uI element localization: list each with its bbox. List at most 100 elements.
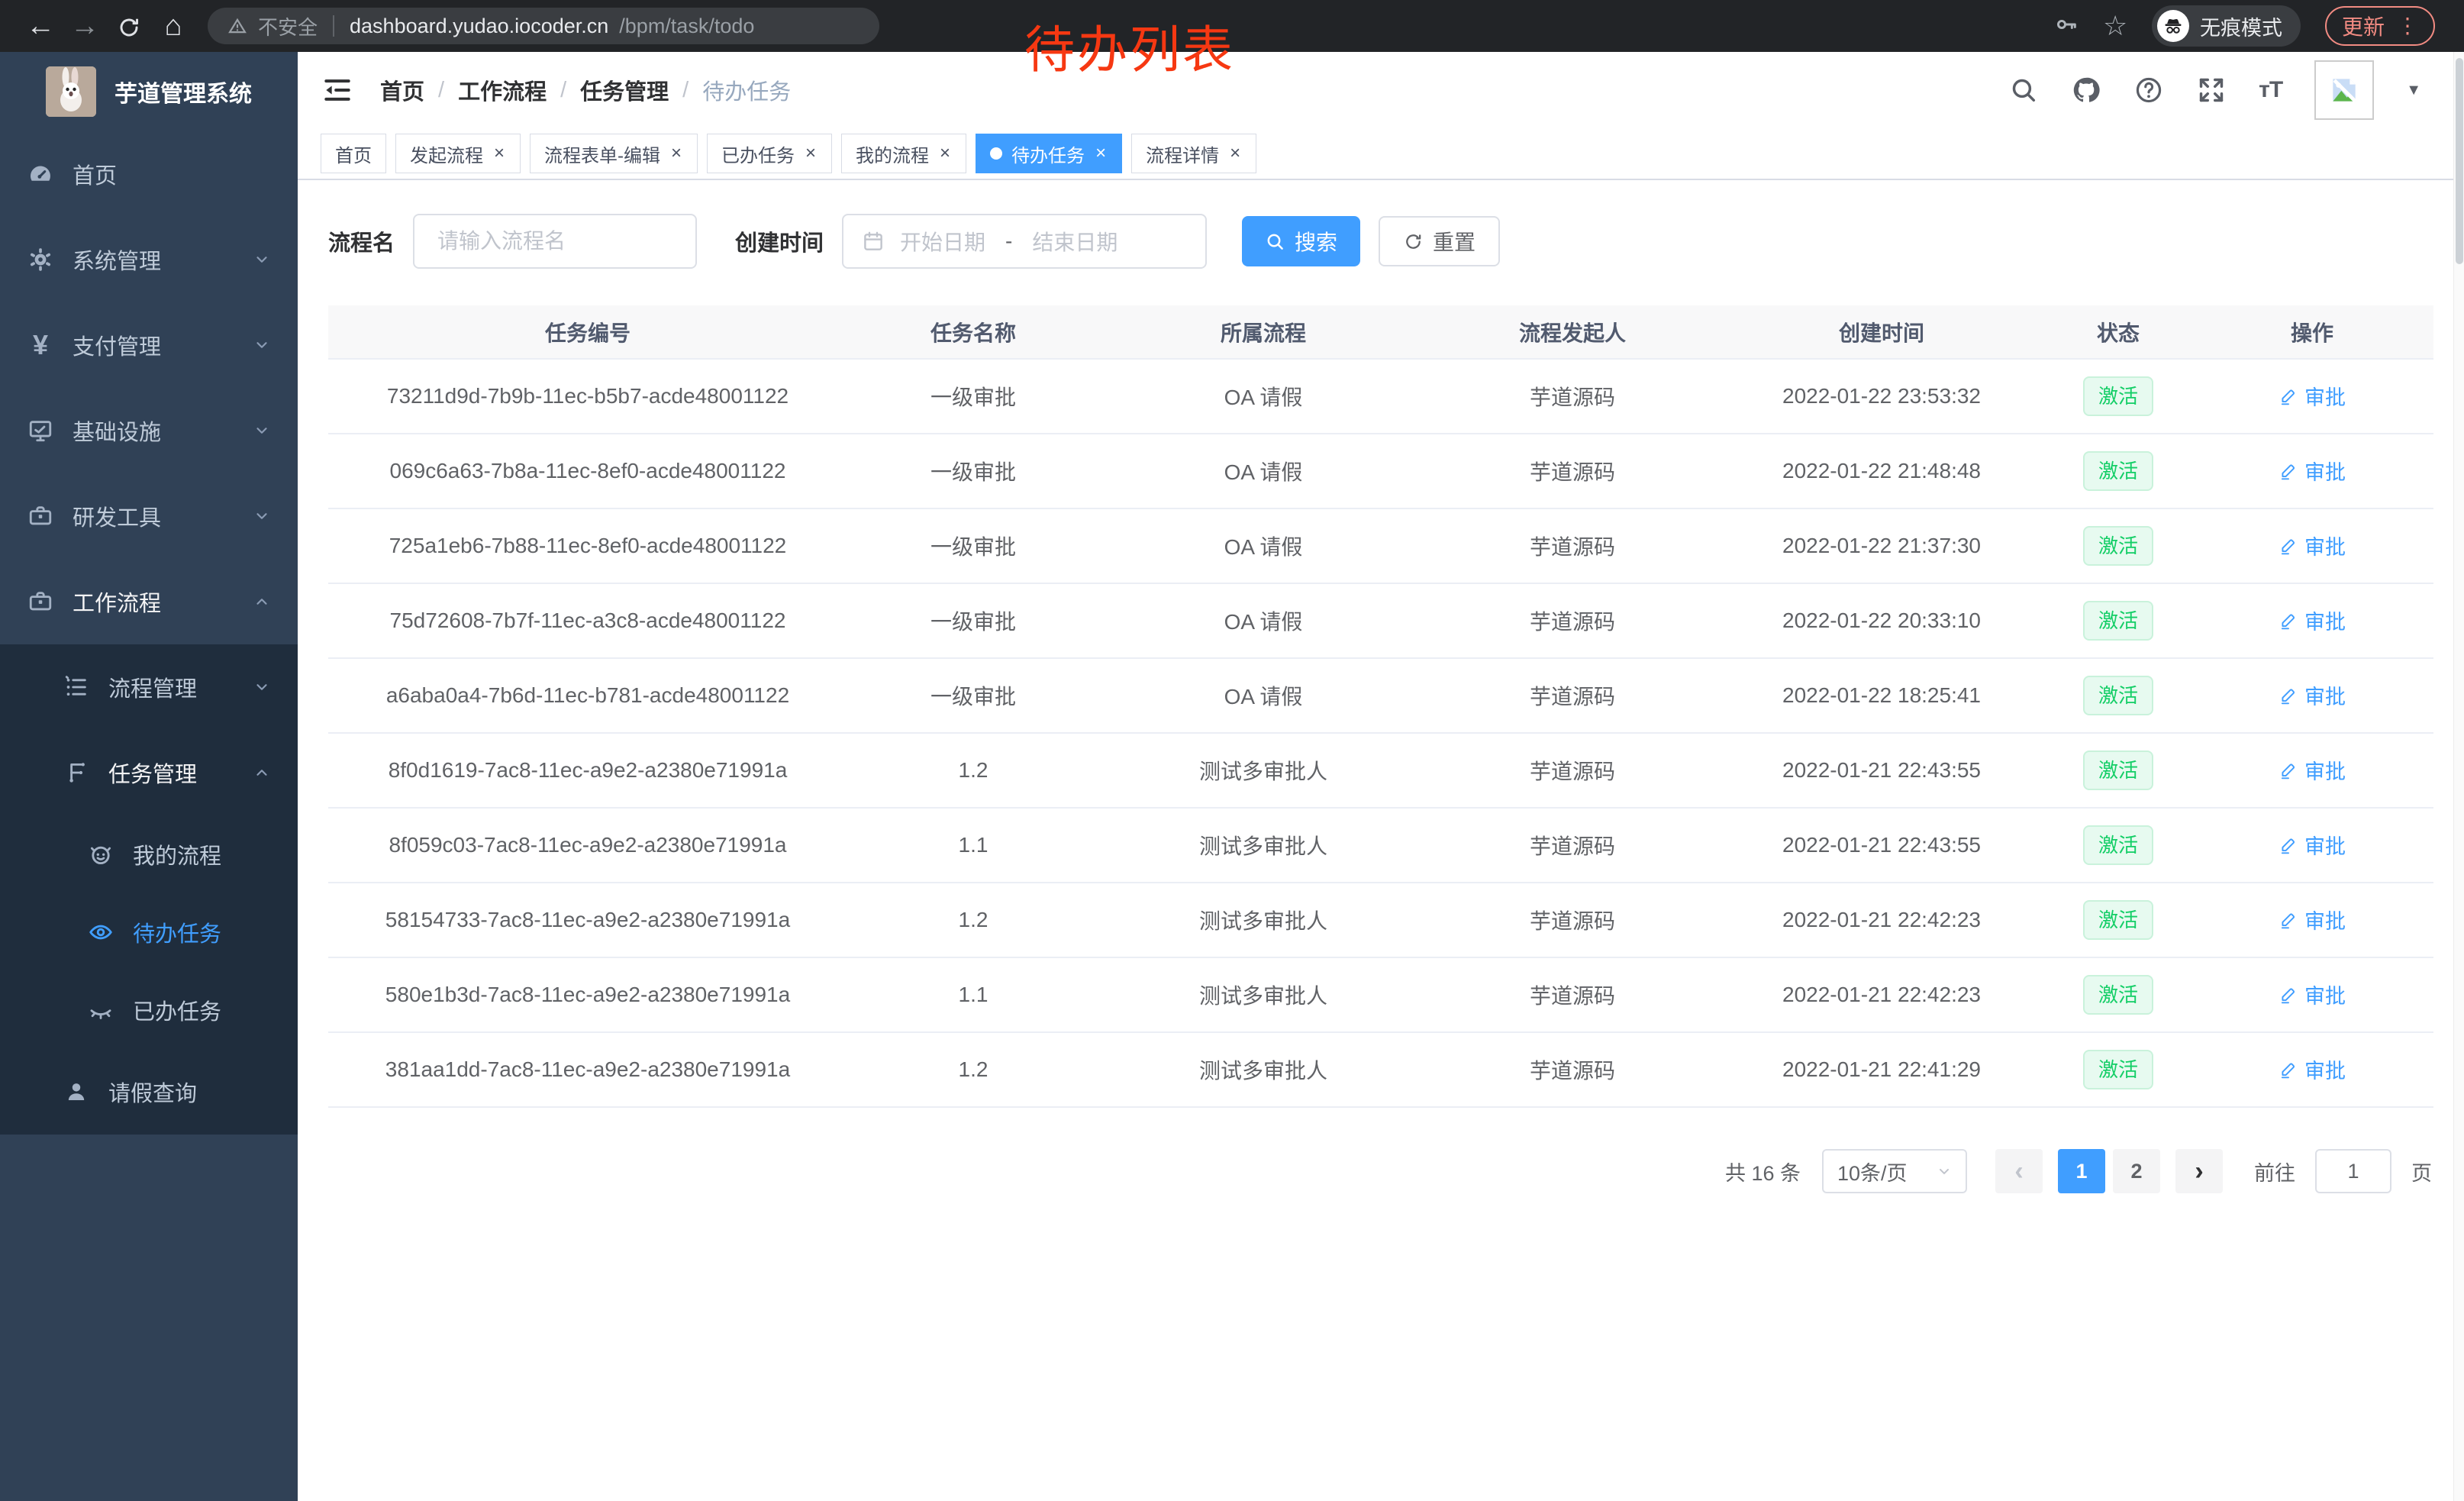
sidebar-item-done-tasks[interactable]: 已办任务 xyxy=(0,971,298,1049)
column-header: 状态 xyxy=(2046,305,2191,359)
tab-start-process[interactable]: 发起流程× xyxy=(395,134,521,173)
address-bar[interactable]: 不安全 dashboard.yudao.iocoder.cn/bpm/task/… xyxy=(208,8,879,44)
tab-home[interactable]: 首页 xyxy=(321,134,386,173)
close-icon[interactable]: × xyxy=(804,144,818,163)
bookmark-star-icon[interactable]: ☆ xyxy=(2103,14,2127,38)
approve-link[interactable]: 审批 xyxy=(2279,755,2346,785)
approve-link[interactable]: 审批 xyxy=(2279,980,2346,1009)
fullscreen-icon[interactable] xyxy=(2196,75,2227,105)
browser-update-button[interactable]: 更新 ⋮ xyxy=(2325,6,2435,46)
tab-form-edit[interactable]: 流程表单-编辑× xyxy=(530,134,698,173)
incognito-label: 无痕模式 xyxy=(2200,11,2282,41)
cell-process: OA 请假 xyxy=(1099,508,1427,583)
cell-task_id: 8f059c03-7ac8-11ec-a9e2-a2380e71991a xyxy=(328,808,847,883)
browser-menu-icon[interactable]: ⋮ xyxy=(2397,15,2418,37)
status-badge: 激活 xyxy=(2083,376,2153,416)
column-header: 任务编号 xyxy=(328,305,847,359)
sidebar-fold-icon[interactable] xyxy=(321,73,354,107)
avatar[interactable] xyxy=(2314,60,2374,120)
breadcrumb-item[interactable]: 任务管理 xyxy=(580,74,669,106)
approve-link[interactable]: 审批 xyxy=(2279,830,2346,860)
breadcrumb-item[interactable]: 工作流程 xyxy=(458,74,547,106)
table-row: 8f059c03-7ac8-11ec-a9e2-a2380e71991a1.1测… xyxy=(328,808,2433,883)
font-size-icon[interactable]: ᴛT xyxy=(2259,77,2282,103)
close-icon[interactable]: × xyxy=(938,144,952,163)
approve-link[interactable]: 审批 xyxy=(2279,1054,2346,1084)
cell-starter: 芋道源码 xyxy=(1427,583,1717,658)
goto-page-input[interactable] xyxy=(2315,1149,2391,1193)
cell-task_name: 一级审批 xyxy=(847,359,1099,434)
cell-starter: 芋道源码 xyxy=(1427,508,1717,583)
table-row: 069c6a63-7b8a-11ec-8ef0-acde48001122一级审批… xyxy=(328,434,2433,508)
sidebar-item-process-management[interactable]: 流程管理 xyxy=(0,644,298,730)
sidebar-item-leave-query[interactable]: 请假查询 xyxy=(0,1049,298,1135)
password-key-icon[interactable] xyxy=(2054,12,2079,40)
sidebar-item-home[interactable]: 首页 xyxy=(0,131,298,217)
sidebar-item-dev-tools[interactable]: 研发工具 xyxy=(0,473,298,559)
scrollbar-thumb[interactable] xyxy=(2456,58,2463,264)
pagination: 共 16 条 10条/页 ‹ 12 › 前往 页 xyxy=(328,1149,2433,1193)
close-icon[interactable]: × xyxy=(1094,144,1108,163)
sidebar-item-task-management[interactable]: 任务管理 xyxy=(0,730,298,815)
total-count: 共 16 条 xyxy=(1725,1157,1801,1186)
sidebar-logo[interactable]: 芋道管理系统 xyxy=(0,52,298,131)
back-icon[interactable]: ← xyxy=(18,0,63,52)
briefcase-icon xyxy=(25,586,56,617)
page-button-2[interactable]: 2 xyxy=(2113,1149,2160,1193)
approve-link[interactable]: 审批 xyxy=(2279,456,2346,486)
help-icon[interactable] xyxy=(2133,75,2164,105)
approve-link[interactable]: 审批 xyxy=(2279,680,2346,710)
breadcrumb-item[interactable]: 首页 xyxy=(380,74,424,106)
cell-status: 激活 xyxy=(2046,359,2191,434)
breadcrumb-separator: / xyxy=(682,78,689,103)
reload-icon[interactable] xyxy=(107,0,151,52)
sidebar-item-todo-tasks[interactable]: 待办任务 xyxy=(0,893,298,971)
prev-page-button[interactable]: ‹ xyxy=(1995,1149,2043,1193)
approve-link[interactable]: 审批 xyxy=(2279,381,2346,411)
cell-created: 2022-01-22 18:25:41 xyxy=(1717,658,2046,733)
sidebar-item-infrastructure[interactable]: 基础设施 xyxy=(0,388,298,473)
gear-icon xyxy=(25,244,56,275)
approve-link[interactable]: 审批 xyxy=(2279,531,2346,560)
sidebar-item-payment-management[interactable]: ¥支付管理 xyxy=(0,302,298,388)
cell-task_id: 381aa1dd-7ac8-11ec-a9e2-a2380e71991a xyxy=(328,1032,847,1107)
close-icon[interactable]: × xyxy=(1228,144,1242,163)
sidebar-item-workflow[interactable]: 工作流程 xyxy=(0,559,298,644)
tab-my-process[interactable]: 我的流程× xyxy=(841,134,966,173)
sidebar-item-my-process[interactable]: 我的流程 xyxy=(0,815,298,893)
cell-task_id: 725a1eb6-7b88-11ec-8ef0-acde48001122 xyxy=(328,508,847,583)
tab-process-detail[interactable]: 流程详情× xyxy=(1131,134,1256,173)
close-icon[interactable]: × xyxy=(492,144,506,163)
home-icon[interactable]: ⌂ xyxy=(151,0,195,52)
search-button[interactable]: 搜索 xyxy=(1242,216,1360,266)
scrollbar[interactable] xyxy=(2453,52,2464,1501)
avatar-caret-icon[interactable]: ▼ xyxy=(2406,82,2421,99)
breadcrumb-item: 待办任务 xyxy=(702,74,791,106)
cell-task_id: a6aba0a4-7b6d-11ec-b781-acde48001122 xyxy=(328,658,847,733)
sidebar-item-system-management[interactable]: 系统管理 xyxy=(0,217,298,302)
search-button-label: 搜索 xyxy=(1295,226,1337,257)
approve-link[interactable]: 审批 xyxy=(2279,905,2346,934)
forward-icon[interactable]: → xyxy=(63,0,107,52)
process-name-input[interactable] xyxy=(413,214,697,269)
cell-starter: 芋道源码 xyxy=(1427,434,1717,508)
page-button-1[interactable]: 1 xyxy=(2058,1149,2105,1193)
reset-button[interactable]: 重置 xyxy=(1379,216,1500,266)
process-list-icon xyxy=(61,672,92,702)
cell-action: 审批 xyxy=(2191,808,2433,883)
next-page-button[interactable]: › xyxy=(2175,1149,2223,1193)
tab-todo-tasks[interactable]: 待办任务× xyxy=(976,134,1122,173)
page-size-select[interactable]: 10条/页 xyxy=(1822,1149,1967,1193)
approve-link[interactable]: 审批 xyxy=(2279,605,2346,635)
app-title: 芋道管理系统 xyxy=(114,75,252,108)
github-icon[interactable] xyxy=(2071,75,2101,105)
cell-task_name: 1.2 xyxy=(847,883,1099,957)
search-icon[interactable] xyxy=(2008,75,2039,105)
tab-done-tasks[interactable]: 已办任务× xyxy=(707,134,832,173)
date-range-picker[interactable]: 开始日期 - 结束日期 xyxy=(842,214,1207,269)
table-row: 381aa1dd-7ac8-11ec-a9e2-a2380e71991a1.2测… xyxy=(328,1032,2433,1107)
edit-pencil-icon xyxy=(2279,835,2298,855)
user-icon xyxy=(61,1077,92,1107)
chevron-up-icon xyxy=(253,764,270,781)
close-icon[interactable]: × xyxy=(669,144,683,163)
